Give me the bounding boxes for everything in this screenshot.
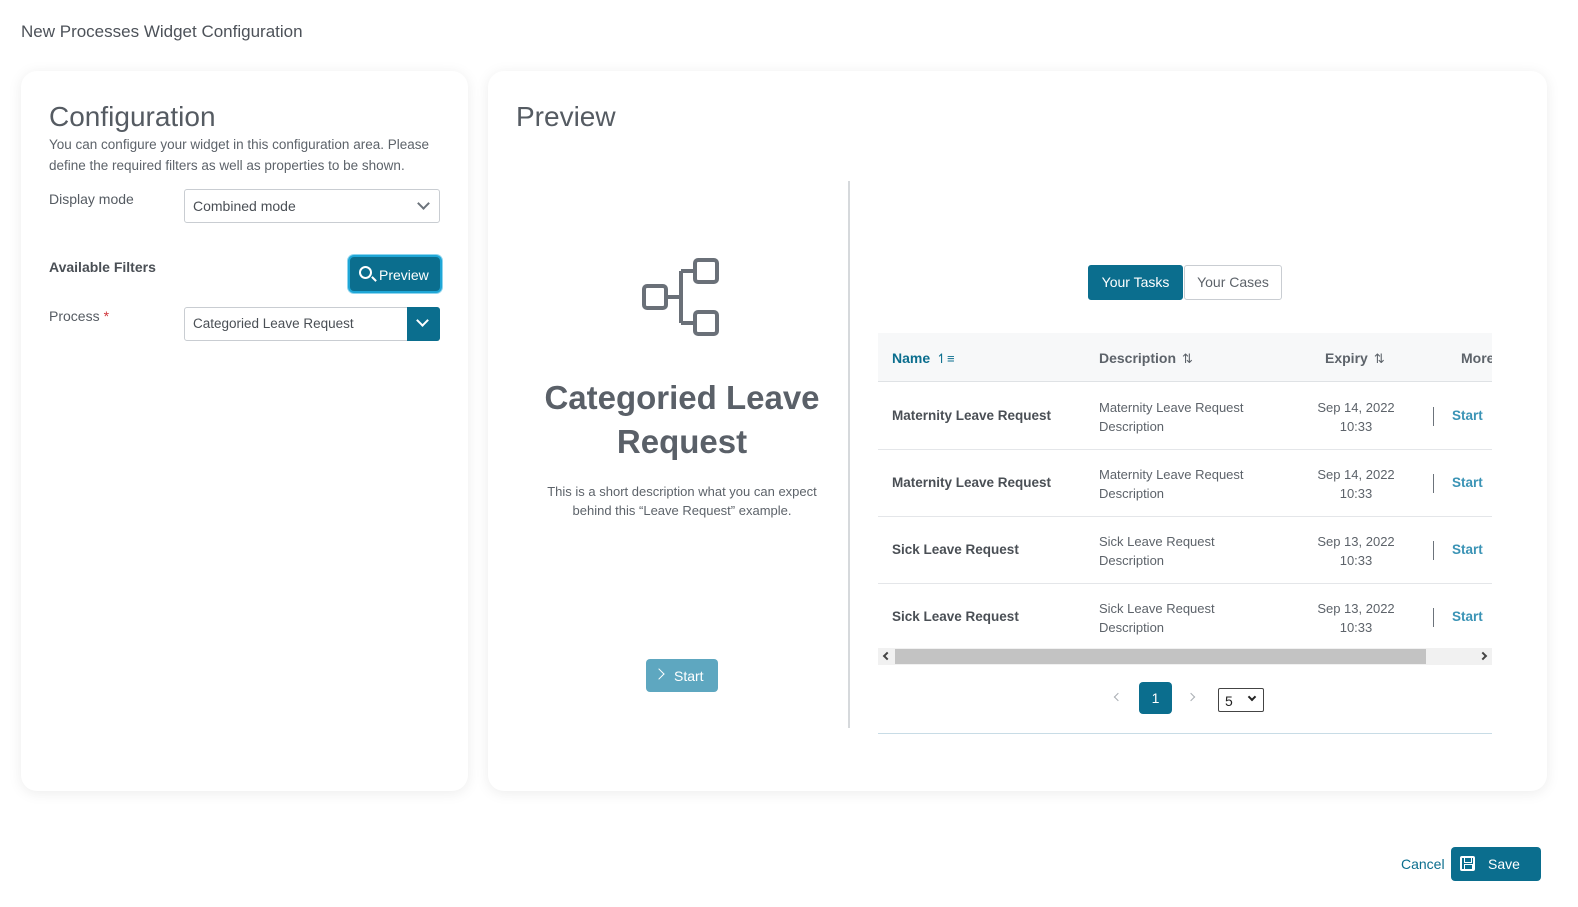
sort-icon: ↿≡	[936, 351, 955, 366]
task-name: Sick Leave Request	[892, 542, 1019, 557]
task-name: Maternity Leave Request	[892, 475, 1052, 490]
separator	[1433, 608, 1434, 627]
table-row: Sick Leave Request Sick Leave Request De…	[878, 517, 1492, 584]
process-flow-icon	[642, 258, 719, 336]
scrollbar-thumb[interactable]	[895, 649, 1426, 664]
configuration-description: You can configure your widget in this co…	[49, 137, 429, 173]
expiry-date: Sep 13, 2022	[1317, 601, 1395, 616]
next-page-icon[interactable]	[1186, 692, 1196, 702]
column-expiry-label: Expiry	[1325, 350, 1368, 366]
start-task-link[interactable]: Start	[1452, 542, 1483, 557]
start-task-link[interactable]: Start	[1452, 408, 1483, 423]
task-description: Sick Leave Request Description	[1099, 534, 1215, 568]
column-header-expiry[interactable]: Expiry ⇅	[1325, 350, 1385, 367]
process-label: Process *	[49, 308, 109, 324]
task-description: Sick Leave Request Description	[1099, 601, 1215, 635]
chevron-down-icon	[417, 197, 430, 210]
process-title: Categoried Leave Request	[544, 379, 820, 460]
expiry-date: Sep 14, 2022	[1317, 467, 1395, 482]
sort-icon: ⇅	[1373, 351, 1385, 366]
start-task-link[interactable]: Start	[1452, 475, 1483, 490]
process-dropdown-button[interactable]	[407, 307, 440, 341]
task-name: Maternity Leave Request	[892, 408, 1052, 423]
preview-heading: Preview	[516, 101, 616, 132]
process-select[interactable]: Categoried Leave Request	[184, 307, 440, 341]
previous-page-icon[interactable]	[1113, 692, 1123, 702]
save-icon	[1460, 856, 1475, 871]
task-expiry: Sep 13, 2022 10:33	[1306, 599, 1406, 637]
page-number-button[interactable]: 1	[1139, 682, 1172, 714]
task-description: Maternity Leave Request Description	[1099, 467, 1244, 501]
expiry-date: Sep 14, 2022	[1317, 400, 1395, 415]
expiry-time: 10:33	[1339, 620, 1373, 635]
horizontal-scrollbar[interactable]	[878, 648, 1492, 665]
scroll-right-icon[interactable]	[1478, 651, 1488, 661]
tab-your-tasks[interactable]: Your Tasks	[1088, 265, 1183, 300]
process-label-text: Process	[49, 308, 100, 324]
required-marker: *	[103, 308, 110, 324]
page-size-select[interactable]: 5	[1218, 688, 1264, 712]
table-row: Maternity Leave Request Maternity Leave …	[878, 383, 1492, 450]
expiry-time: 10:33	[1339, 419, 1373, 434]
table-bottom-divider	[878, 733, 1492, 734]
expiry-time: 10:33	[1339, 486, 1373, 501]
chevron-down-icon	[416, 314, 429, 327]
dialog-title: New Processes Widget Configuration	[21, 22, 303, 41]
display-mode-label: Display mode	[49, 191, 134, 207]
column-header-name[interactable]: Name ↿≡	[892, 350, 955, 367]
scroll-left-icon[interactable]	[882, 651, 892, 661]
task-expiry: Sep 14, 2022 10:33	[1306, 398, 1406, 436]
configuration-heading: Configuration	[49, 101, 216, 132]
display-mode-select[interactable]: Combined mode	[184, 189, 440, 223]
table-row: Maternity Leave Request Maternity Leave …	[878, 450, 1492, 517]
table-row: Sick Leave Request Sick Leave Request De…	[878, 584, 1492, 651]
cancel-button[interactable]: Cancel	[1401, 856, 1445, 872]
separator	[1433, 474, 1434, 493]
task-expiry: Sep 13, 2022 10:33	[1306, 532, 1406, 570]
task-expiry: Sep 14, 2022 10:33	[1306, 465, 1406, 503]
save-button-label: Save	[1488, 856, 1520, 872]
process-value: Categoried Leave Request	[193, 316, 354, 331]
preview-button[interactable]: Preview	[348, 255, 442, 293]
chevron-right-icon	[653, 668, 665, 680]
configuration-panel: Configuration You can configure your wid…	[21, 71, 468, 791]
expiry-time: 10:33	[1339, 553, 1373, 568]
start-process-button[interactable]: Start	[646, 659, 718, 692]
column-description-label: Description	[1099, 350, 1177, 366]
preview-button-label: Preview	[379, 267, 429, 283]
preview-panel: Preview Categoried Leave Request This is…	[488, 71, 1547, 791]
display-mode-value: Combined mode	[193, 198, 296, 214]
tasks-table: Name ↿≡ Description ⇅ Expiry ⇅ More Materni…	[878, 333, 1492, 667]
chevron-down-icon	[1247, 692, 1257, 702]
process-description: This is a short description what you can…	[547, 484, 817, 518]
page-size-value: 5	[1225, 693, 1233, 709]
separator	[1433, 407, 1434, 426]
table-header: Name ↿≡ Description ⇅ Expiry ⇅ More	[878, 333, 1492, 382]
search-icon	[359, 266, 372, 279]
task-name: Sick Leave Request	[892, 609, 1019, 624]
sort-icon: ⇅	[1182, 351, 1193, 366]
column-header-more: More	[1461, 350, 1492, 366]
save-button[interactable]: Save	[1451, 847, 1541, 881]
column-header-description[interactable]: Description ⇅	[1099, 350, 1193, 367]
column-more-label: More	[1461, 350, 1492, 366]
start-task-link[interactable]: Start	[1452, 609, 1483, 624]
start-process-label: Start	[674, 668, 704, 684]
divider	[848, 181, 850, 728]
task-description: Maternity Leave Request Description	[1099, 400, 1244, 434]
separator	[1433, 541, 1434, 560]
expiry-date: Sep 13, 2022	[1317, 534, 1395, 549]
available-filters-title: Available Filters	[49, 259, 156, 275]
tab-your-cases[interactable]: Your Cases	[1184, 265, 1282, 300]
column-name-label: Name	[892, 350, 931, 366]
